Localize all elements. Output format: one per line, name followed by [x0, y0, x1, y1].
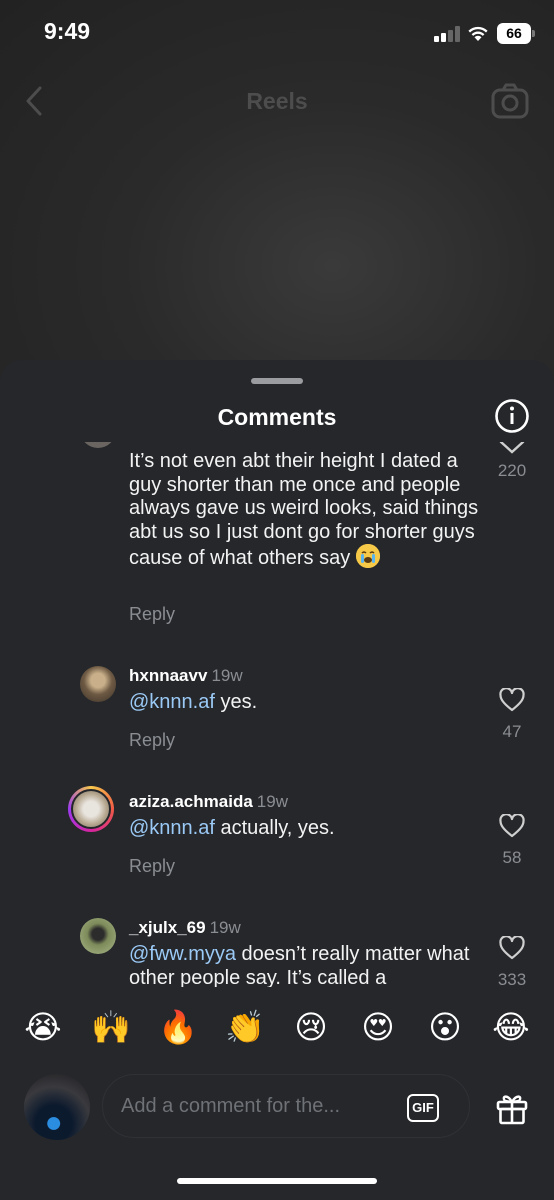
comment-body: yes. — [214, 691, 258, 713]
reply-button[interactable]: Reply — [129, 856, 175, 877]
like-count: 333 — [497, 970, 527, 987]
comment-meta: _xjulx_69 19w — [129, 918, 241, 938]
reply-button[interactable]: Reply — [129, 730, 175, 751]
comments-list: It’s not even abt their height I dated a… — [0, 442, 554, 987]
comment-text: @knnn.af yes. — [129, 691, 479, 715]
avatar[interactable] — [68, 786, 114, 832]
reaction-surprised-emoji[interactable]: 😮 — [426, 1008, 464, 1046]
comment-input[interactable] — [121, 1075, 381, 1137]
page-title: Reels — [246, 88, 308, 114]
mention-link[interactable]: @knnn.af — [129, 691, 215, 713]
sheet-title: Comments — [217, 404, 337, 430]
like-heart-icon[interactable] — [499, 442, 525, 454]
mention-link[interactable]: @knnn.af — [129, 817, 215, 839]
emoji-reaction-bar: 😭 🙌 🔥 👏 😢 😍 😮 😂 — [0, 1008, 554, 1054]
comment-body: It’s not even abt their height I dated a… — [129, 450, 479, 569]
comment-text: @fww.myya doesn’t really matter what oth… — [129, 943, 479, 987]
comment-composer: GIF — [0, 1068, 554, 1148]
comments-sheet: Comments It’s not even abt their height … — [0, 360, 554, 1200]
status-time: 9:49 — [44, 18, 91, 44]
current-user-avatar — [24, 1074, 90, 1140]
camera-icon[interactable] — [490, 82, 530, 120]
comment-age: 19w — [211, 666, 243, 685]
username[interactable]: hxnnaavv — [129, 666, 207, 685]
avatar[interactable] — [80, 918, 116, 954]
cellular-signal-icon — [434, 26, 460, 42]
username[interactable]: _xjulx_69 — [129, 918, 206, 937]
info-icon[interactable] — [494, 398, 530, 434]
like-count: 58 — [502, 848, 522, 867]
reaction-raised-hands-emoji[interactable]: 🙌 — [91, 1008, 131, 1046]
reaction-laughing-emoji[interactable]: 😂 — [492, 1008, 530, 1046]
comment-age: 19w — [209, 918, 241, 937]
reply-button[interactable]: Reply — [129, 604, 175, 625]
username[interactable]: aziza.achmaida — [129, 792, 253, 811]
reaction-fire-emoji[interactable]: 🔥 — [158, 1008, 198, 1046]
status-bar: 9:49 66 — [0, 0, 554, 64]
comment-meta: hxnnaavv 19w — [129, 666, 243, 686]
comment-meta: aziza.achmaida 19w — [129, 792, 288, 812]
battery-indicator: 66 — [497, 23, 535, 44]
comment-text: @knnn.af actually, yes. — [129, 817, 479, 841]
sheet-grabber[interactable] — [251, 378, 303, 384]
like-count: 47 — [502, 722, 522, 741]
avatar[interactable] — [80, 442, 116, 448]
like-heart-icon[interactable] — [499, 814, 525, 838]
like-count: 220 — [497, 461, 527, 480]
comment-input-container[interactable]: GIF — [102, 1074, 470, 1138]
reels-header: Reels — [0, 80, 554, 124]
comment-age: 19w — [256, 792, 288, 811]
gift-icon[interactable] — [494, 1090, 530, 1126]
reaction-clapping-emoji[interactable]: 👏 — [225, 1008, 265, 1046]
comment-text: It’s not even abt their height I dated a… — [129, 450, 479, 571]
gif-button[interactable]: GIF — [407, 1094, 439, 1122]
home-indicator — [177, 1178, 377, 1184]
mention-link[interactable]: @fww.myya — [129, 943, 236, 965]
comment-body: actually, yes. — [214, 817, 335, 839]
like-heart-icon[interactable] — [499, 936, 525, 960]
reaction-heart-eyes-emoji[interactable]: 😍 — [359, 1008, 397, 1046]
reaction-crying-emoji[interactable]: 😭 — [24, 1008, 62, 1046]
like-heart-icon[interactable] — [499, 688, 525, 712]
wifi-icon — [468, 26, 488, 41]
reaction-sad-emoji[interactable]: 😢 — [292, 1008, 330, 1046]
avatar[interactable] — [80, 666, 116, 702]
crying-face-emoji — [355, 544, 380, 568]
